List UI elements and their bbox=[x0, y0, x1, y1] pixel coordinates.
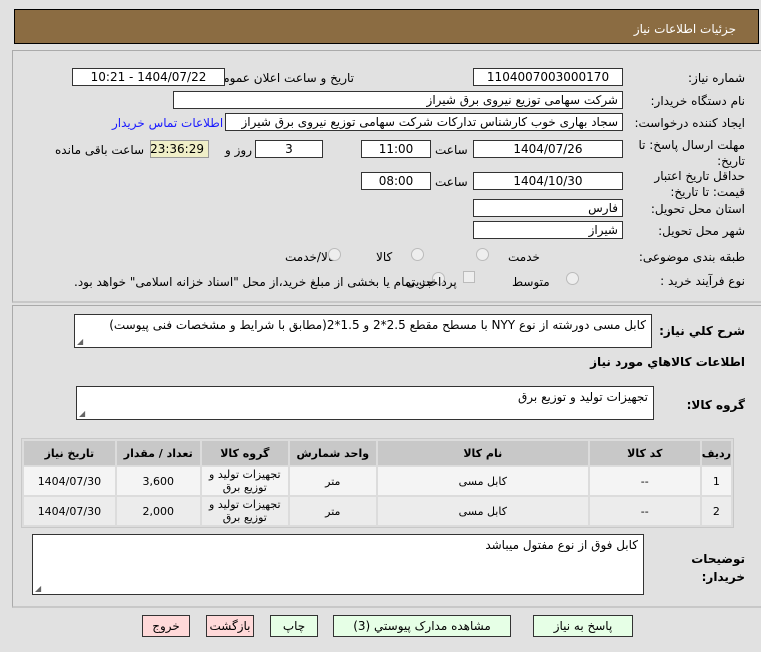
cell-group: تجهیزات تولید و توزیع برق bbox=[201, 467, 288, 495]
goods-group-label: گروه کالا: bbox=[686, 398, 745, 412]
goods-group-text: تجهیزات تولید و توزیع برق bbox=[518, 390, 648, 404]
cell-unit: متر bbox=[289, 497, 376, 525]
resize-grip-icon[interactable]: ◢ bbox=[77, 337, 83, 346]
cell-group: تجهیزات تولید و توزیع برق bbox=[201, 497, 288, 525]
buyer-label: نام دستگاه خریدار: bbox=[650, 94, 746, 108]
creator-field[interactable]: سجاد بهاری خوب کارشناس تدارکات شرکت سهام… bbox=[225, 113, 623, 131]
goods-group-textarea[interactable]: تجهیزات تولید و توزیع برق ◢ bbox=[76, 386, 654, 420]
city-field[interactable]: شیراز bbox=[473, 221, 623, 239]
category-service-label: خدمت bbox=[508, 250, 540, 264]
announce-label: تاریخ و ساعت اعلان عمومی: bbox=[209, 71, 354, 85]
category-both-radio[interactable] bbox=[328, 248, 341, 261]
cell-code: -- bbox=[589, 467, 700, 495]
cell-quantity: 2,000 bbox=[116, 497, 200, 525]
goods-table: ردیف کد کالا نام کالا واحد شمارش گروه کا… bbox=[21, 438, 734, 528]
description-label: شرح كلي نياز: bbox=[659, 324, 745, 338]
contact-buyer-link[interactable]: اطلاعات تماس خریدار bbox=[112, 116, 223, 130]
deadline-label: مهلت ارسال پاسخ: تا تاریخ: bbox=[638, 138, 745, 168]
cell-unit: متر bbox=[289, 467, 376, 495]
need-number-field[interactable]: 1104007003000170 bbox=[473, 68, 623, 86]
buyer-notes-label: توضیحات خریدار: bbox=[691, 552, 745, 584]
page-header: جزئیات اطلاعات نیاز bbox=[14, 9, 759, 44]
category-service-radio[interactable] bbox=[476, 248, 489, 261]
cell-date: 1404/07/30 bbox=[24, 467, 115, 495]
buyer-notes-text: کابل فوق از نوع مفتول میباشد bbox=[485, 538, 638, 552]
deadline-time-field[interactable]: 11:00 bbox=[361, 140, 431, 158]
table-row: 2 -- کابل مسی متر تجهیزات تولید و توزیع … bbox=[24, 497, 731, 525]
province-label: استان محل تحویل: bbox=[650, 202, 745, 216]
exit-button[interactable]: خروج bbox=[142, 615, 190, 637]
back-button[interactable]: بازگشت bbox=[206, 615, 254, 637]
process-medium-radio[interactable] bbox=[566, 272, 579, 285]
creator-label: ایجاد کننده درخواست: bbox=[634, 116, 745, 130]
reply-button[interactable]: پاسخ به نیاز bbox=[533, 615, 633, 637]
col-quantity: تعداد / مقدار bbox=[116, 441, 200, 465]
col-name: نام کالا bbox=[377, 441, 588, 465]
process-label: نوع فرآیند خرید : bbox=[660, 274, 745, 288]
table-header-row: ردیف کد کالا نام کالا واحد شمارش گروه کا… bbox=[24, 441, 731, 465]
cell-row: 1 bbox=[701, 467, 731, 495]
view-attachments-button[interactable]: مشاهده مدارک پیوستي (3) bbox=[333, 615, 511, 637]
goods-info-title: اطلاعات كالاهاي مورد نياز bbox=[590, 355, 745, 369]
remaining-label: ساعت باقی مانده bbox=[55, 143, 145, 157]
province-field[interactable]: فارس bbox=[473, 199, 623, 217]
process-medium-label: متوسط bbox=[512, 275, 550, 289]
col-unit: واحد شمارش bbox=[289, 441, 376, 465]
category-label: طبقه بندی موضوعی: bbox=[638, 250, 745, 264]
validity-time-label: ساعت bbox=[435, 175, 468, 189]
col-row: ردیف bbox=[701, 441, 731, 465]
category-goods-label: کالا bbox=[376, 250, 393, 264]
deadline-time-label: ساعت bbox=[435, 143, 468, 157]
cell-code: -- bbox=[589, 497, 700, 525]
description-textarea[interactable]: کابل مسی دورشته از نوع NYY با مسطح مقطع … bbox=[74, 314, 652, 348]
resize-grip-icon[interactable]: ◢ bbox=[35, 584, 41, 593]
col-code: کد کالا bbox=[589, 441, 700, 465]
print-button[interactable]: چاپ bbox=[270, 615, 318, 637]
days-label: روز و bbox=[225, 143, 252, 157]
treasury-checkbox[interactable] bbox=[463, 271, 475, 283]
remaining-timer: 23:36:29 bbox=[150, 140, 209, 158]
buyer-field[interactable]: شرکت سهامی توزیع نیروی برق شیراز bbox=[173, 91, 623, 109]
col-date: تاریخ نیاز bbox=[24, 441, 115, 465]
need-number-label: شماره نیاز: bbox=[688, 71, 745, 85]
cell-quantity: 3,600 bbox=[116, 467, 200, 495]
days-field[interactable]: 3 bbox=[255, 140, 323, 158]
description-text: کابل مسی دورشته از نوع NYY با مسطح مقطع … bbox=[109, 318, 646, 332]
cell-date: 1404/07/30 bbox=[24, 497, 115, 525]
deadline-date-field[interactable]: 1404/07/26 bbox=[473, 140, 623, 158]
payment-note: پرداخت تمام یا بخشی از مبلغ خرید،از محل … bbox=[74, 275, 457, 289]
col-group: گروه کالا bbox=[201, 441, 288, 465]
validity-label: حداقل تاریخ اعتبار قیمت: تا تاریخ: bbox=[654, 169, 745, 199]
buyer-notes-textarea[interactable]: کابل فوق از نوع مفتول میباشد ◢ bbox=[32, 534, 644, 595]
resize-grip-icon[interactable]: ◢ bbox=[79, 409, 85, 418]
table-row: 1 -- کابل مسی متر تجهیزات تولید و توزیع … bbox=[24, 467, 731, 495]
city-label: شهر محل تحویل: bbox=[658, 224, 745, 238]
validity-time-field[interactable]: 08:00 bbox=[361, 172, 431, 190]
cell-name: کابل مسی bbox=[377, 467, 588, 495]
cell-name: کابل مسی bbox=[377, 497, 588, 525]
cell-row: 2 bbox=[701, 497, 731, 525]
validity-date-field[interactable]: 1404/10/30 bbox=[473, 172, 623, 190]
announce-field[interactable]: 1404/07/22 - 10:21 bbox=[72, 68, 225, 86]
category-goods-radio[interactable] bbox=[411, 248, 424, 261]
